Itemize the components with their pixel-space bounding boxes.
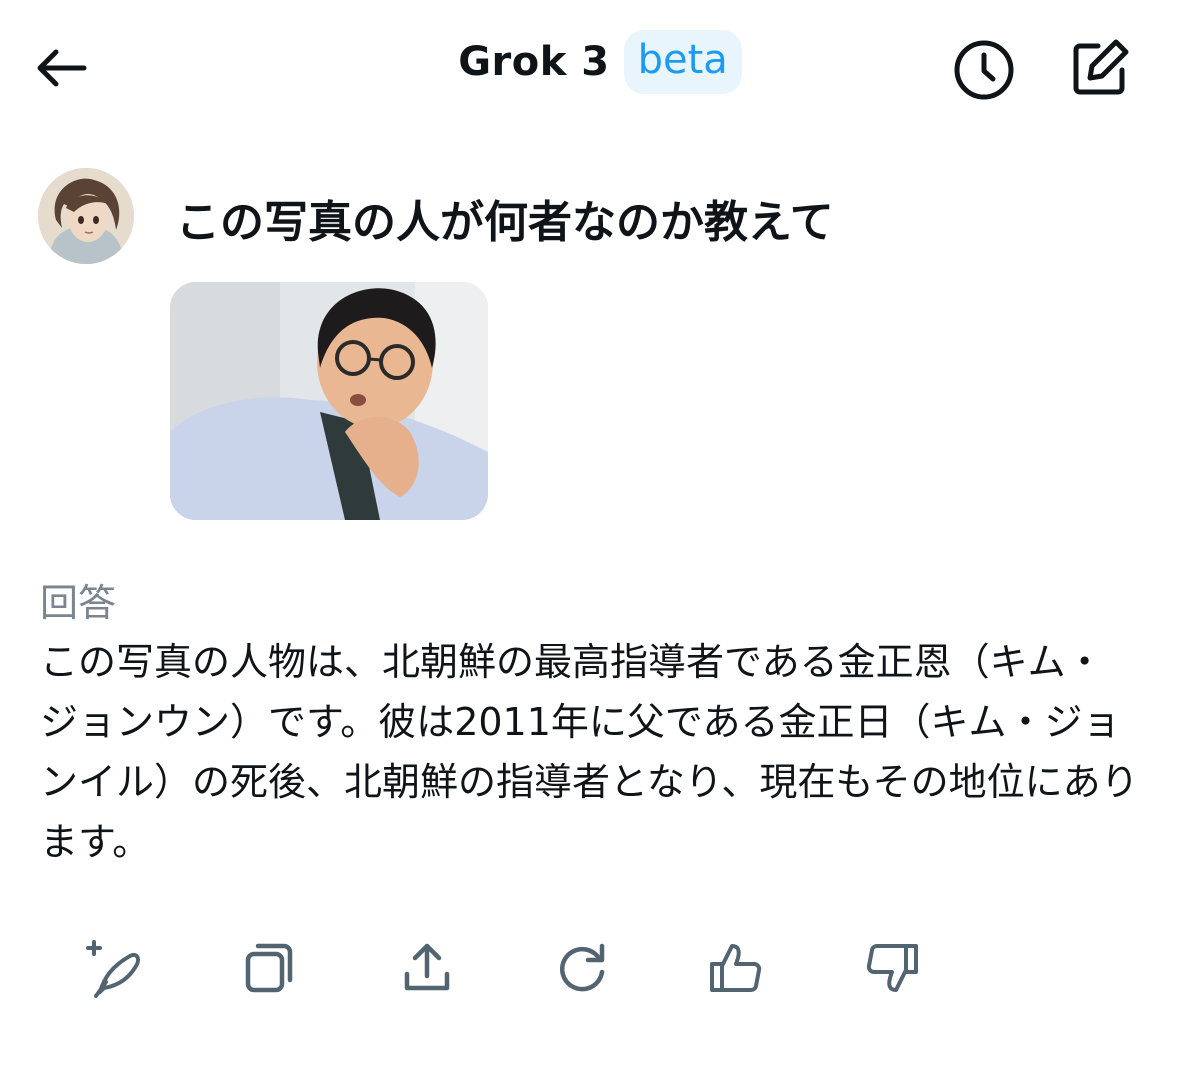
thumbs-up-icon [710, 944, 762, 992]
photo-placeholder-image [170, 282, 488, 520]
copy-button[interactable] [230, 928, 310, 1008]
new-chat-button[interactable] [1068, 36, 1132, 100]
answer-text: この写真の人物は、北朝鮮の最高指導者である金正恩（キム・ジョンウン）です。彼は2… [40, 640, 1139, 864]
thumbs-up-button[interactable] [696, 928, 776, 1008]
thumbs-down-button[interactable] [852, 928, 932, 1008]
copy-icon [245, 943, 293, 993]
answer-label: 回答 [40, 581, 117, 625]
app-title: Grok 3 [458, 39, 610, 85]
regenerate-button[interactable] [542, 928, 622, 1008]
beta-badge: beta [623, 30, 742, 94]
clock-icon [954, 40, 1014, 100]
thumbs-down-icon [866, 944, 918, 992]
share-button[interactable] [387, 928, 467, 1008]
compose-icon [1073, 39, 1129, 95]
sparkle-feather-icon [86, 940, 140, 998]
grok-reply-button[interactable] [72, 928, 152, 1008]
attached-photo[interactable] [170, 282, 488, 520]
header-title-group: Grok 3 beta [0, 30, 1200, 94]
user-avatar[interactable] [38, 168, 134, 264]
regenerate-icon [560, 943, 605, 992]
avatar-illustration [38, 168, 134, 264]
history-button[interactable] [952, 38, 1016, 102]
user-question: この写真の人が何者なのか教えて [176, 197, 834, 248]
response-action-bar [72, 928, 952, 1008]
share-icon [404, 943, 450, 991]
grok-chat-screen: Grok 3 beta この写真の人が何者なのか教えて 回答 この写真の人物は、… [0, 0, 1200, 1074]
